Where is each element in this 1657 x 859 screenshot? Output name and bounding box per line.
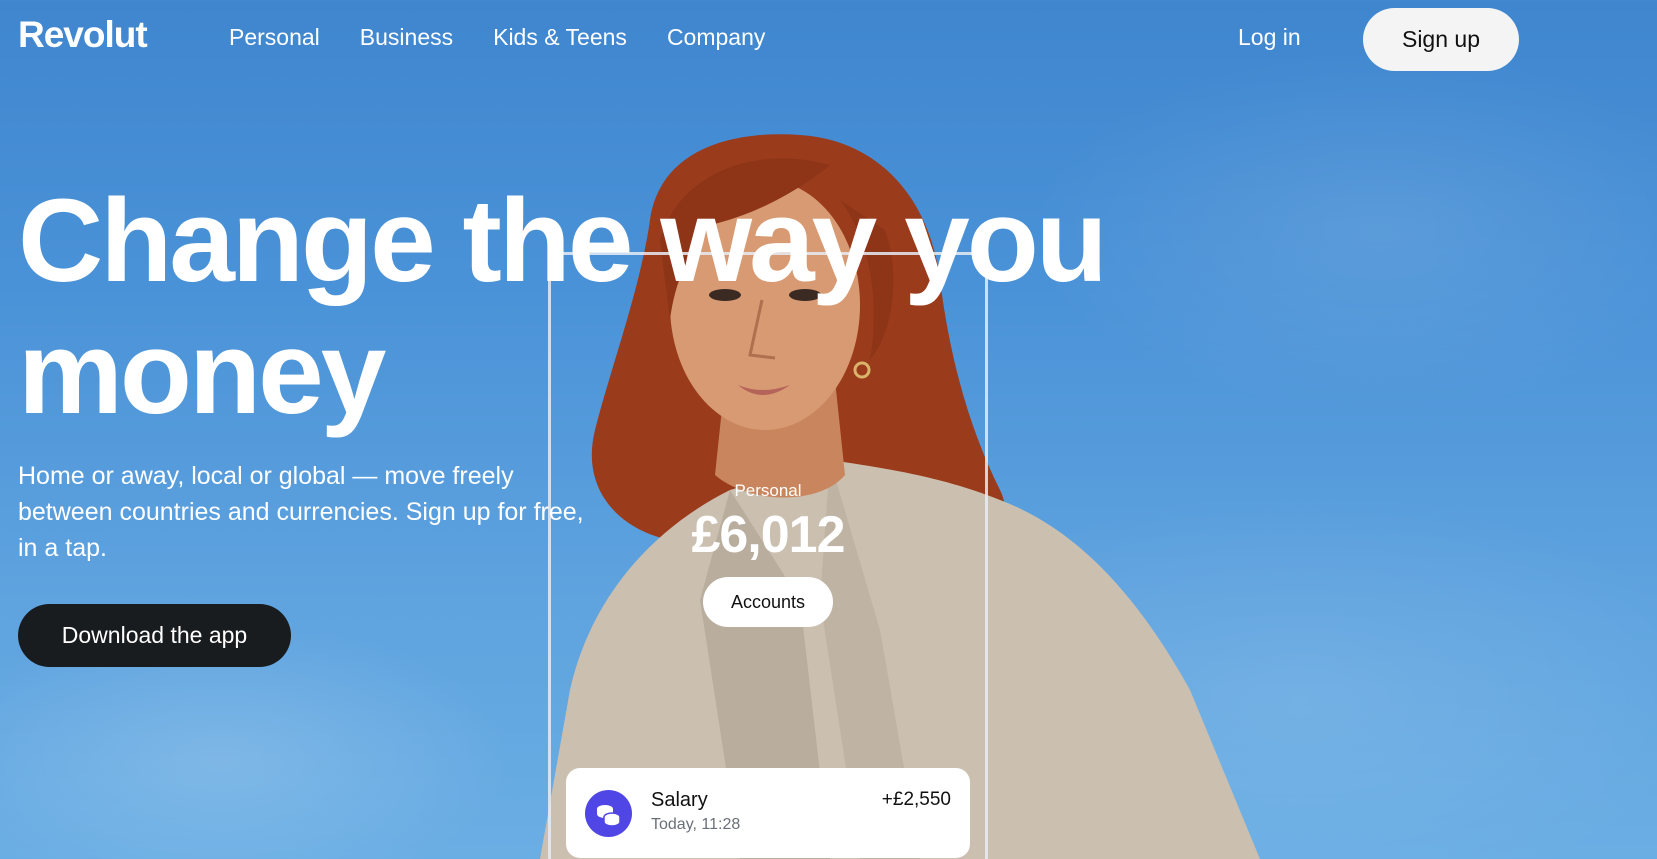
accounts-button[interactable]: Accounts: [703, 577, 833, 627]
transaction-time: Today, 11:28: [651, 816, 741, 833]
account-label: Personal: [734, 481, 802, 500]
signup-button[interactable]: Sign up: [1363, 8, 1519, 71]
transaction-title: Salary: [651, 789, 708, 811]
hero-subtitle: Home or away, local or global — move fre…: [18, 462, 584, 562]
top-navigation: Revolut Personal Business Kids & Teens C…: [0, 0, 1657, 80]
transaction-card[interactable]: Salary Today, 11:28 +£2,550: [566, 768, 970, 858]
login-link[interactable]: Log in: [1238, 24, 1301, 51]
download-app-button[interactable]: Download the app: [18, 604, 291, 667]
revolut-logo[interactable]: Revolut: [18, 14, 148, 56]
nav-links: Personal Business Kids & Teens Company: [229, 24, 765, 51]
transaction-amount: +£2,550: [881, 789, 951, 810]
nav-link-kids-teens[interactable]: Kids & Teens: [493, 24, 627, 51]
coins-icon: [585, 790, 632, 837]
nav-link-business[interactable]: Business: [360, 24, 453, 51]
nav-link-personal[interactable]: Personal: [229, 24, 320, 51]
hero-title: Change the way you money: [18, 175, 1108, 439]
nav-link-company[interactable]: Company: [667, 24, 765, 51]
account-balance: £6,012: [691, 506, 845, 564]
